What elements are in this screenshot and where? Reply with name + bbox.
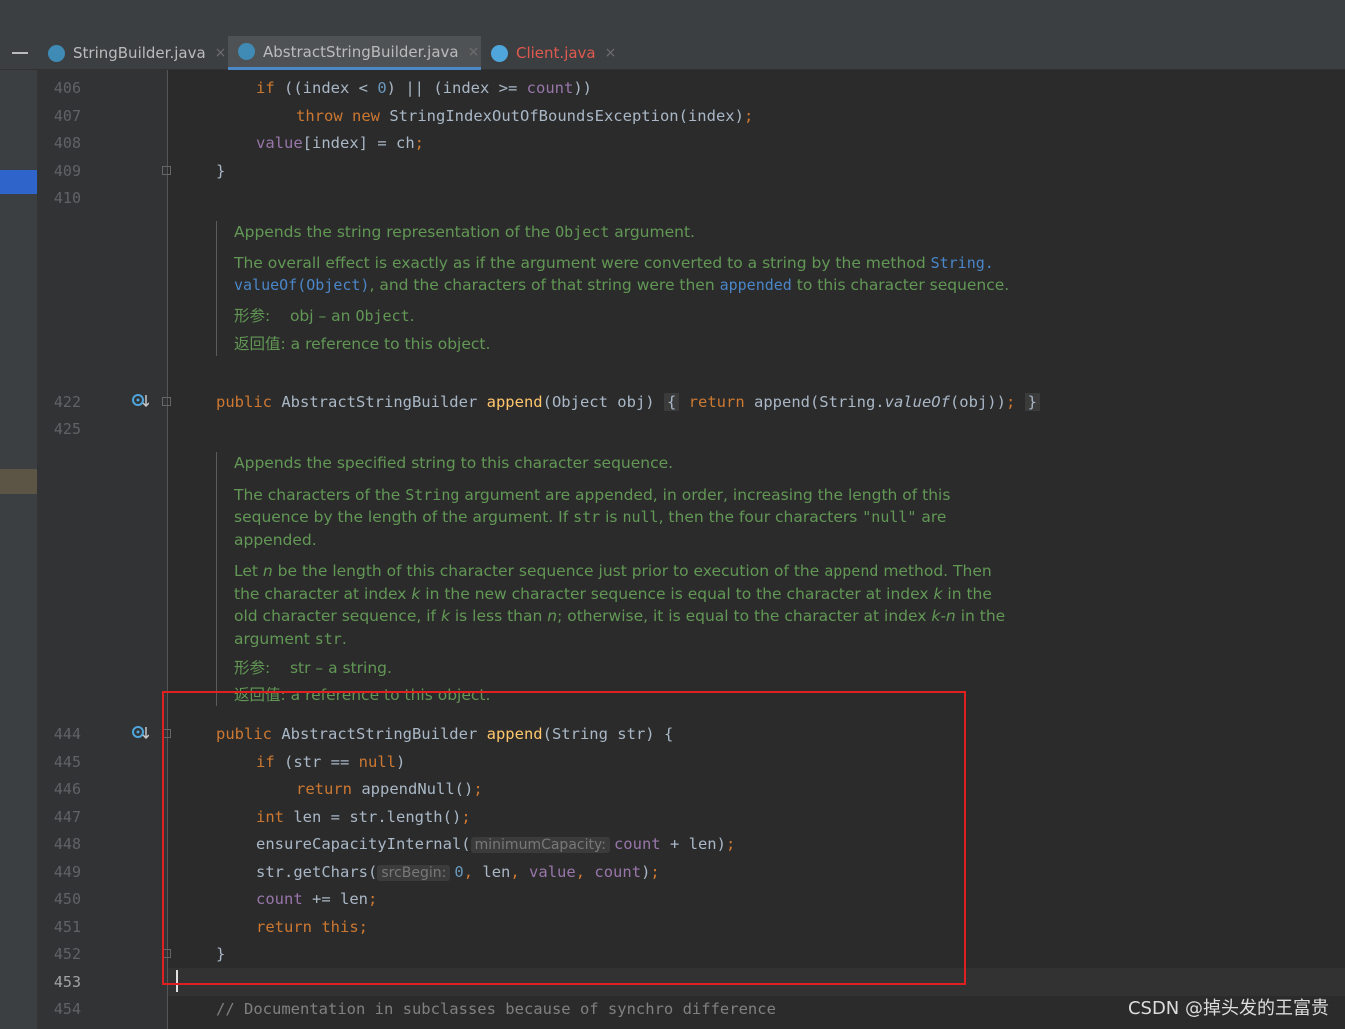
highlight-box [162, 691, 966, 985]
close-icon[interactable]: × [605, 45, 617, 61]
line-number: 451 [53, 918, 81, 936]
line-number: 454 [53, 1000, 81, 1018]
code-line-454[interactable]: // Documentation in subclasses because o… [216, 999, 776, 1019]
line-number: 409 [53, 162, 81, 180]
line-number: 452 [53, 945, 81, 963]
title-bar [0, 0, 1345, 36]
link-string-valueof[interactable]: String. [931, 254, 994, 272]
scroll-marker-search [0, 469, 37, 494]
java-class-icon [48, 44, 65, 62]
code-line-407[interactable]: throw new StringIndexOutOfBoundsExceptio… [216, 106, 753, 126]
editor-tab-bar: StringBuilder.java × AbstractStringBuild… [0, 36, 1345, 70]
link-string-valueof[interactable]: valueOf(Object) [234, 276, 369, 294]
code-line-409[interactable]: } [216, 161, 225, 181]
line-number: 449 [53, 863, 81, 881]
line-number: 406 [53, 79, 81, 97]
left-tool-strip [0, 70, 37, 1029]
line-number: 407 [53, 107, 81, 125]
code-line-406[interactable]: if ((index < 0) || (index >= count)) [216, 78, 592, 98]
line-number: 444 [53, 725, 81, 743]
editor-gutter [37, 70, 168, 1029]
fold-collapsed-icon[interactable] [162, 397, 171, 406]
link-appended[interactable]: appended [720, 276, 792, 294]
close-icon[interactable]: × [215, 45, 227, 61]
override-method-icon[interactable] [131, 392, 150, 414]
watermark: CSDN @掉头发的王富贵 [1127, 998, 1329, 1019]
line-number: 446 [53, 780, 81, 798]
line-number: 425 [53, 420, 81, 438]
tab-stringbuilder[interactable]: StringBuilder.java × [38, 36, 228, 70]
javadoc-append-object: Appends the string representation of the… [216, 221, 1014, 356]
java-class-icon [238, 43, 255, 60]
tab-abstractstringbuilder[interactable]: AbstractStringBuilder.java × [228, 36, 481, 70]
line-number: 445 [53, 753, 81, 771]
line-number: 448 [53, 835, 81, 853]
line-number: 410 [53, 189, 81, 207]
close-icon[interactable]: × [468, 44, 480, 60]
minimize-icon[interactable] [12, 52, 28, 54]
line-number-current: 453 [53, 973, 81, 991]
tab-label: Client.java [516, 44, 596, 62]
tab-client[interactable]: Client.java × [481, 36, 621, 70]
fold-end-icon[interactable] [162, 166, 171, 175]
scroll-marker-selection [0, 170, 37, 194]
tab-label: StringBuilder.java [73, 44, 206, 62]
code-line-422[interactable]: public AbstractStringBuilder append(Obje… [216, 392, 1040, 412]
line-number: 447 [53, 808, 81, 826]
javadoc-append-string: Appends the specified string to this cha… [216, 452, 1014, 706]
line-number: 408 [53, 134, 81, 152]
code-line-408[interactable]: value[index] = ch; [216, 133, 424, 153]
line-number: 450 [53, 890, 81, 908]
override-method-icon[interactable] [131, 724, 150, 746]
java-class-icon [491, 44, 508, 62]
line-number: 422 [53, 393, 81, 411]
tab-label: AbstractStringBuilder.java [263, 42, 459, 61]
